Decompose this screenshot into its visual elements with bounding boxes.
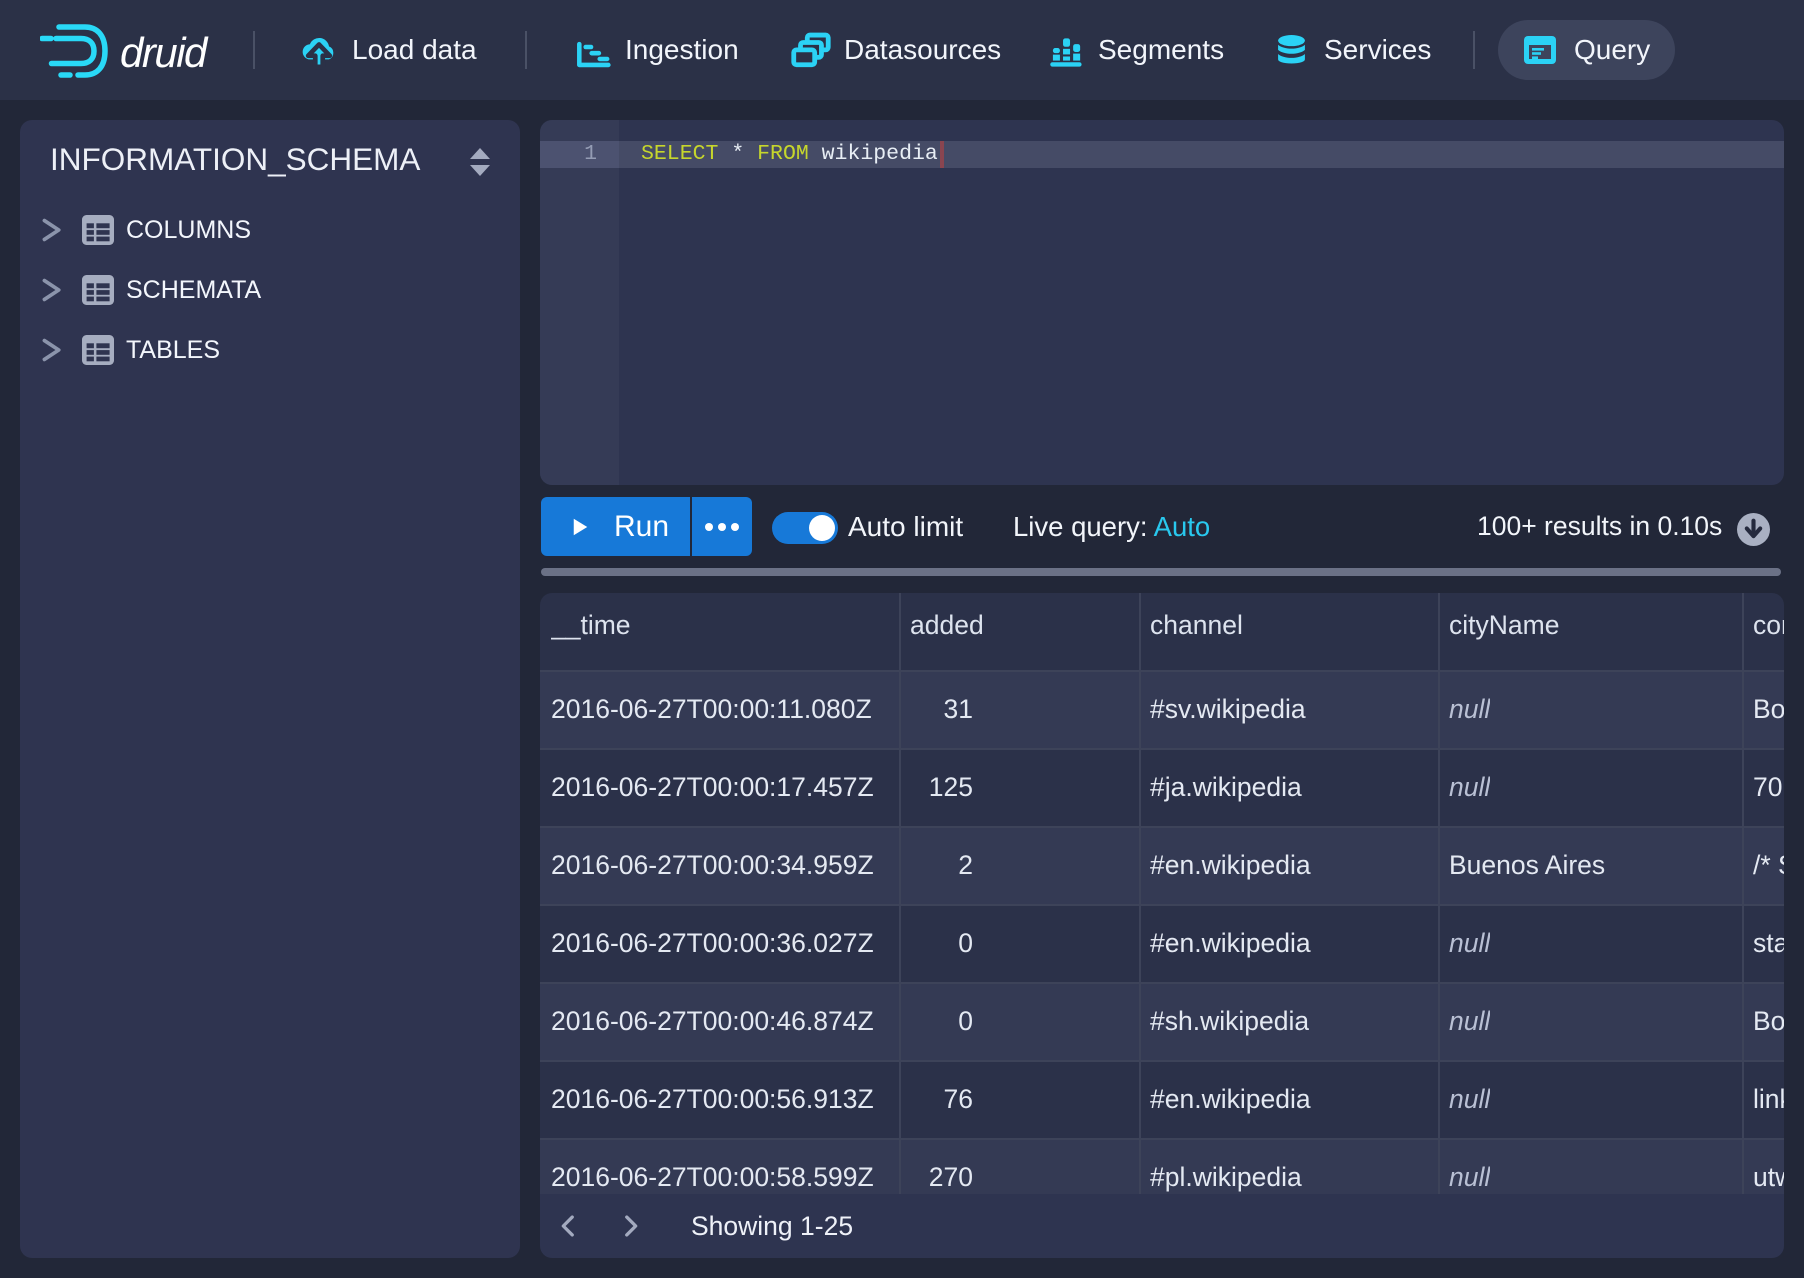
svg-text:druid: druid	[120, 29, 209, 76]
